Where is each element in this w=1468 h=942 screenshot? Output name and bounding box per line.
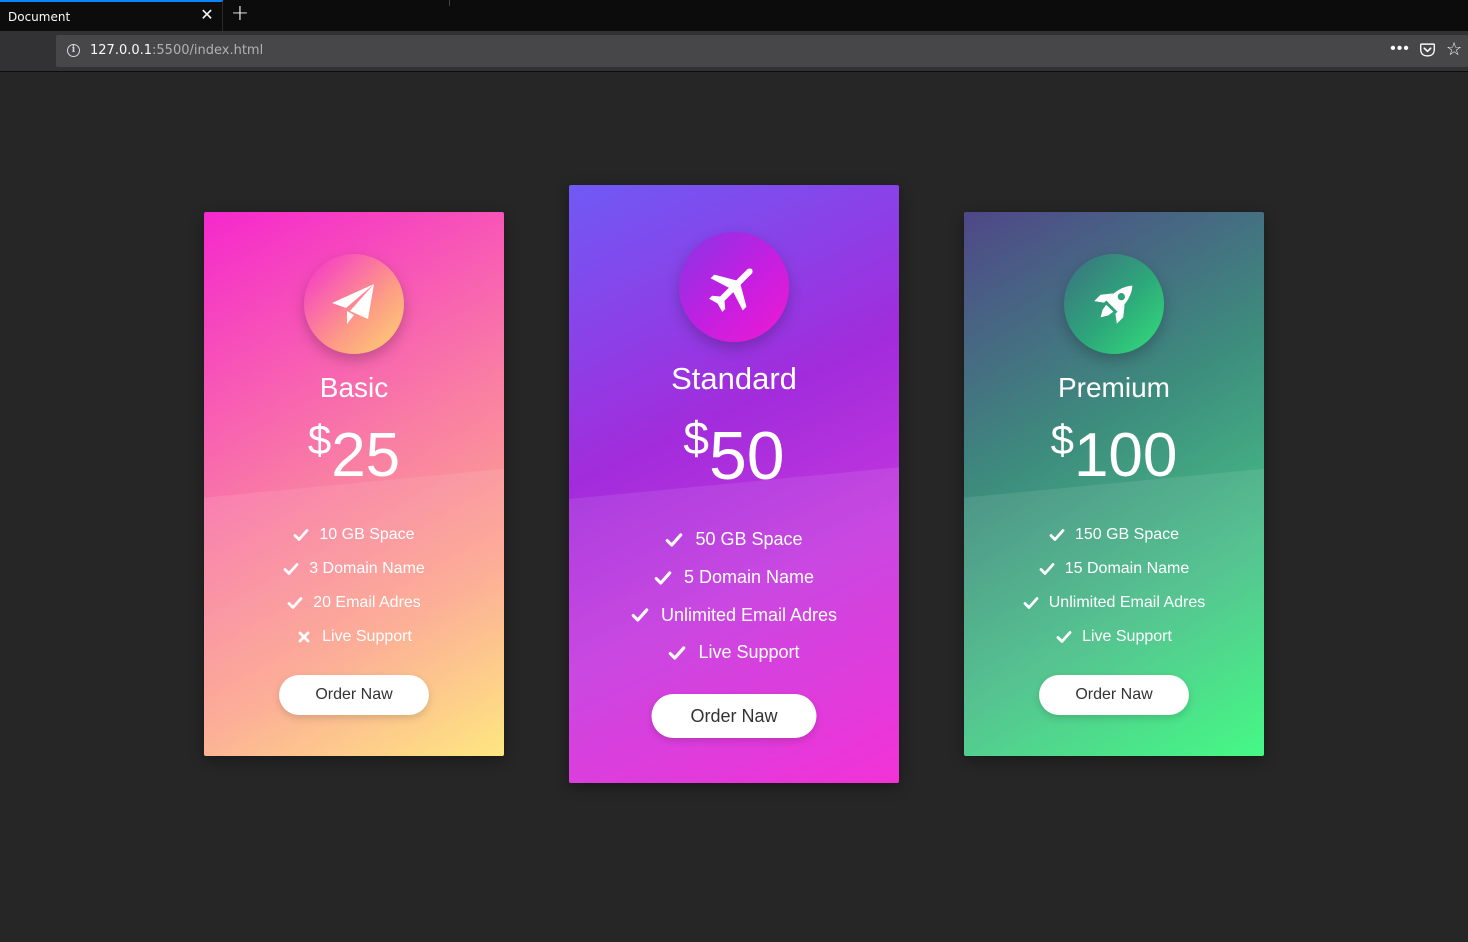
order-button[interactable]: Order Naw bbox=[651, 694, 817, 738]
site-info-icon[interactable]: i bbox=[67, 44, 80, 57]
feature-label: 150 GB Space bbox=[1074, 526, 1180, 543]
feature-item: 50 GB Space bbox=[569, 521, 899, 559]
close-tab-icon[interactable]: ✕ bbox=[198, 6, 216, 26]
feature-label: Unlimited Email Adres bbox=[1048, 594, 1206, 611]
feature-label: 15 Domain Name bbox=[1064, 560, 1190, 577]
feature-item: Unlimited Email Adres bbox=[964, 586, 1264, 620]
feature-label: Live Support bbox=[698, 642, 800, 663]
rocket-icon bbox=[1094, 285, 1133, 324]
plan-icon-circle bbox=[1064, 254, 1164, 354]
price-amount: 50 bbox=[708, 418, 785, 494]
order-button[interactable]: Order Naw bbox=[279, 675, 429, 715]
currency-symbol: $ bbox=[307, 416, 332, 463]
check-icon bbox=[665, 531, 683, 549]
order-button[interactable]: Order Naw bbox=[1039, 675, 1189, 715]
price-amount: 100 bbox=[1073, 421, 1178, 490]
airplane-icon bbox=[709, 268, 753, 312]
feature-item: 15 Domain Name bbox=[964, 552, 1264, 586]
feature-item: Live Support bbox=[204, 620, 504, 654]
feature-item: 150 GB Space bbox=[964, 518, 1264, 552]
feature-label: Unlimited Email Adres bbox=[660, 604, 838, 625]
feature-item: Live Support bbox=[964, 620, 1264, 654]
check-icon bbox=[631, 606, 649, 624]
plan-price: $50 bbox=[569, 412, 899, 495]
tab-title: Document bbox=[8, 10, 71, 24]
feature-item: Live Support bbox=[569, 634, 899, 672]
browser-tab-bar: Document ✕ + bbox=[0, 0, 1468, 31]
feature-item: 3 Domain Name bbox=[204, 552, 504, 586]
plan-icon-circle bbox=[679, 232, 789, 342]
feature-item: 5 Domain Name bbox=[569, 559, 899, 597]
feature-item: 10 GB Space bbox=[204, 518, 504, 552]
x-icon bbox=[296, 629, 312, 645]
pricing-card-standard: Standard $50 50 GB Space 5 Domain Name U… bbox=[569, 185, 899, 783]
address-bar[interactable]: i 127.0.0.1:5500/index.html ••• ☆ bbox=[56, 35, 1468, 67]
feature-label: 3 Domain Name bbox=[309, 560, 425, 577]
feature-item: Unlimited Email Adres bbox=[569, 596, 899, 634]
url-host: 127.0.0.1 bbox=[90, 43, 153, 58]
feature-label: 5 Domain Name bbox=[683, 567, 815, 588]
new-tab-icon[interactable]: + bbox=[229, 2, 251, 26]
browser-nav-bar: i 127.0.0.1:5500/index.html ••• ☆ bbox=[0, 31, 1468, 72]
check-icon bbox=[1039, 561, 1055, 577]
currency-symbol: $ bbox=[1050, 416, 1074, 463]
feature-label: 50 GB Space bbox=[695, 529, 803, 550]
feature-list: 50 GB Space 5 Domain Name Unlimited Emai… bbox=[569, 521, 899, 672]
feature-item: 20 Email Adres bbox=[204, 586, 504, 620]
check-icon bbox=[1049, 527, 1065, 543]
check-icon bbox=[1023, 595, 1039, 611]
paper-plane-icon bbox=[332, 284, 374, 324]
pricing-card-premium: Premium $100 150 GB Space 15 Domain Name… bbox=[964, 212, 1264, 756]
url-path: :5500/index.html bbox=[152, 43, 264, 58]
check-icon bbox=[287, 595, 303, 611]
feature-label: Live Support bbox=[322, 628, 412, 645]
check-icon bbox=[283, 561, 299, 577]
check-icon bbox=[293, 527, 309, 543]
check-icon bbox=[668, 644, 686, 662]
plan-name: Standard bbox=[671, 361, 797, 396]
feature-list: 150 GB Space 15 Domain Name Unlimited Em… bbox=[964, 518, 1264, 654]
page-actions-icon[interactable]: ••• bbox=[1390, 39, 1410, 61]
pricing-card-basic: Basic $25 10 GB Space 3 Domain Name 20 E… bbox=[204, 212, 504, 756]
feature-label: 20 Email Adres bbox=[313, 594, 421, 611]
currency-symbol: $ bbox=[683, 412, 709, 464]
feature-label: 10 GB Space bbox=[319, 526, 415, 543]
tab-divider bbox=[449, 0, 450, 6]
pocket-icon[interactable] bbox=[1420, 43, 1435, 57]
check-icon bbox=[1056, 629, 1072, 645]
feature-list: 10 GB Space 3 Domain Name 20 Email Adres… bbox=[204, 518, 504, 654]
browser-tab[interactable]: Document ✕ bbox=[0, 0, 223, 31]
bookmark-star-icon[interactable]: ☆ bbox=[1446, 38, 1464, 60]
check-icon bbox=[654, 569, 672, 587]
plan-price: $100 bbox=[964, 416, 1264, 491]
feature-label: Live Support bbox=[1082, 628, 1172, 645]
price-amount: 25 bbox=[331, 421, 401, 490]
plan-price: $25 bbox=[204, 416, 504, 491]
url-text[interactable]: 127.0.0.1:5500/index.html bbox=[90, 43, 263, 58]
plan-icon-circle bbox=[304, 254, 404, 354]
plan-name: Basic bbox=[319, 372, 389, 403]
plan-name: Premium bbox=[1057, 372, 1170, 403]
